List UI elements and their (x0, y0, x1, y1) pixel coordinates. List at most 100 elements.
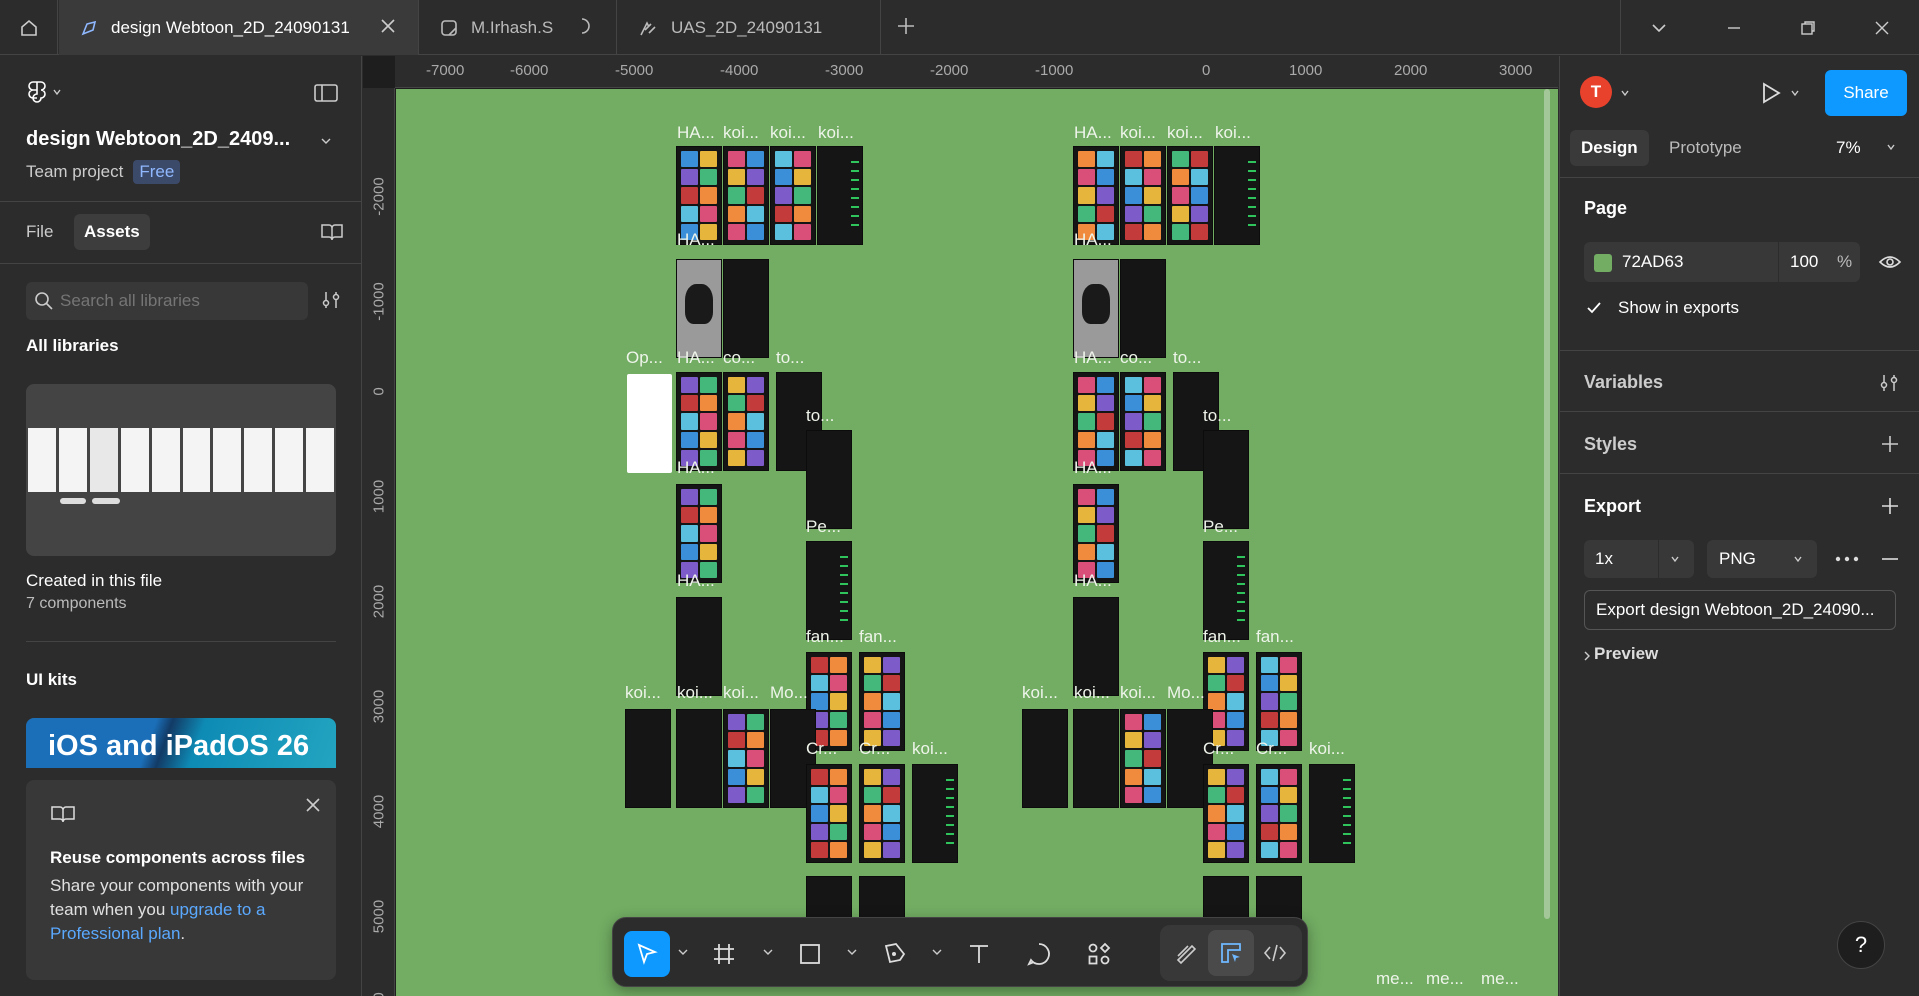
design-frame[interactable] (1309, 764, 1355, 863)
design-frame[interactable] (723, 146, 769, 245)
design-frame[interactable] (1073, 484, 1119, 583)
chevron-down-icon[interactable] (320, 136, 332, 146)
frame-label[interactable]: koi... (723, 123, 759, 143)
pen-tool-button[interactable] (871, 931, 917, 977)
frame-tool-button[interactable] (701, 931, 747, 977)
page-opacity[interactable]: 100 (1790, 252, 1818, 272)
frame-label[interactable]: me... (1376, 969, 1414, 989)
comment-tool-button[interactable] (1016, 931, 1062, 977)
project-title[interactable]: design Webtoon_2D_2409... (26, 128, 290, 151)
text-tool-button[interactable] (956, 931, 1002, 977)
frame-label[interactable]: HA... (1074, 458, 1112, 478)
draw-mode-button[interactable] (1164, 930, 1210, 976)
design-frame[interactable] (1256, 652, 1302, 751)
tab-uas[interactable]: UAS_2D_24090131 (617, 0, 881, 55)
remove-export-icon[interactable] (1880, 550, 1900, 568)
variables-heading[interactable]: Variables (1584, 372, 1663, 393)
design-mode-button[interactable] (1208, 930, 1254, 976)
avatar[interactable]: T (1580, 76, 1612, 108)
add-style-icon[interactable] (1880, 434, 1900, 454)
design-frame[interactable] (1256, 764, 1302, 863)
design-frame[interactable] (1120, 709, 1166, 808)
frame-label[interactable]: Pe... (806, 517, 841, 537)
frame-label[interactable]: koi... (1022, 683, 1058, 703)
chevron-down-icon[interactable] (762, 946, 774, 958)
frame-label[interactable]: to... (806, 406, 834, 426)
design-frame[interactable] (1073, 597, 1119, 696)
design-frame[interactable] (676, 259, 722, 358)
design-frame[interactable] (1203, 430, 1249, 529)
frame-label[interactable]: HA... (677, 123, 715, 143)
frame-label[interactable]: koi... (723, 683, 759, 703)
export-button[interactable]: Export design Webtoon_2D_24090... (1584, 590, 1896, 630)
library-book-icon[interactable] (320, 222, 344, 242)
frame-label[interactable]: koi... (1215, 123, 1251, 143)
frame-op[interactable] (627, 374, 672, 473)
design-frame[interactable] (806, 541, 852, 640)
frame-label[interactable]: koi... (625, 683, 661, 703)
frame-label[interactable]: HA... (1074, 123, 1112, 143)
design-frame[interactable] (806, 430, 852, 529)
design-frame[interactable] (1120, 146, 1166, 245)
design-frame[interactable] (1203, 764, 1249, 863)
chevron-down-icon[interactable] (846, 946, 858, 958)
tab-design-webtoon[interactable]: design Webtoon_2D_24090131 (59, 0, 419, 55)
chevron-down-icon[interactable] (677, 946, 689, 958)
frame-label[interactable]: HA... (677, 348, 715, 368)
chevron-right-icon[interactable] (1582, 650, 1592, 662)
toggle-sidebar-icon[interactable] (314, 83, 338, 103)
design-frame[interactable] (1120, 372, 1166, 471)
design-frame[interactable] (912, 764, 958, 863)
dev-mode-button[interactable] (1252, 930, 1298, 976)
design-frame[interactable] (859, 764, 905, 863)
restore-button[interactable] (1770, 0, 1846, 55)
tab-m-irhash[interactable]: M.Irhash.S (419, 0, 617, 55)
frame-label[interactable]: HA... (677, 230, 715, 250)
frame-label[interactable]: HA... (677, 571, 715, 591)
design-frame[interactable] (1073, 259, 1119, 358)
vertical-scrollbar[interactable] (1544, 89, 1550, 919)
frame-label[interactable]: to... (776, 348, 804, 368)
search-field[interactable] (26, 282, 308, 320)
tab-file[interactable]: File (26, 222, 53, 242)
frame-label[interactable]: Mo... (770, 683, 808, 703)
design-frame[interactable] (723, 259, 769, 358)
frame-label[interactable]: fan... (1256, 627, 1294, 647)
frame-label[interactable]: to... (1203, 406, 1231, 426)
frame-label[interactable]: fan... (859, 627, 897, 647)
frame-label[interactable]: Pe... (1203, 517, 1238, 537)
design-frame[interactable] (1203, 541, 1249, 640)
close-icon[interactable] (304, 796, 322, 814)
design-frame[interactable] (723, 709, 769, 808)
export-format-select[interactable]: PNG (1707, 540, 1817, 578)
library-thumbnail[interactable] (26, 384, 336, 556)
design-frame[interactable] (625, 709, 671, 808)
minimize-button[interactable] (1696, 0, 1772, 55)
main-menu-button[interactable] (28, 80, 62, 104)
present-play-icon[interactable] (1760, 81, 1782, 105)
chevron-down-icon[interactable] (1620, 88, 1630, 98)
frame-label[interactable]: Cr... (1203, 739, 1234, 759)
home-button[interactable] (0, 0, 58, 55)
preview-toggle[interactable]: Preview (1594, 644, 1658, 664)
page-color-field[interactable]: 72AD63 100 % (1584, 242, 1860, 282)
frame-label[interactable]: HA... (1074, 571, 1112, 591)
tab-prototype[interactable]: Prototype (1669, 138, 1742, 158)
frame-label[interactable]: fan... (1203, 627, 1241, 647)
close-window-button[interactable] (1844, 0, 1919, 55)
zoom-level[interactable]: 7% (1836, 138, 1861, 158)
design-frame[interactable] (676, 597, 722, 696)
tab-assets[interactable]: Assets (74, 214, 150, 250)
design-frame[interactable] (676, 709, 722, 808)
new-tab-icon[interactable] (895, 15, 917, 37)
design-frame[interactable] (676, 484, 722, 583)
frame-label[interactable]: to... (1173, 348, 1201, 368)
design-frame[interactable] (859, 652, 905, 751)
design-frame[interactable] (770, 146, 816, 245)
design-frame[interactable] (1073, 709, 1119, 808)
actions-tool-button[interactable] (1076, 931, 1122, 977)
export-scale-select[interactable]: 1x (1584, 540, 1694, 578)
variables-settings-icon[interactable] (1878, 372, 1900, 394)
share-button[interactable]: Share (1825, 70, 1907, 116)
frame-label[interactable]: koi... (770, 123, 806, 143)
